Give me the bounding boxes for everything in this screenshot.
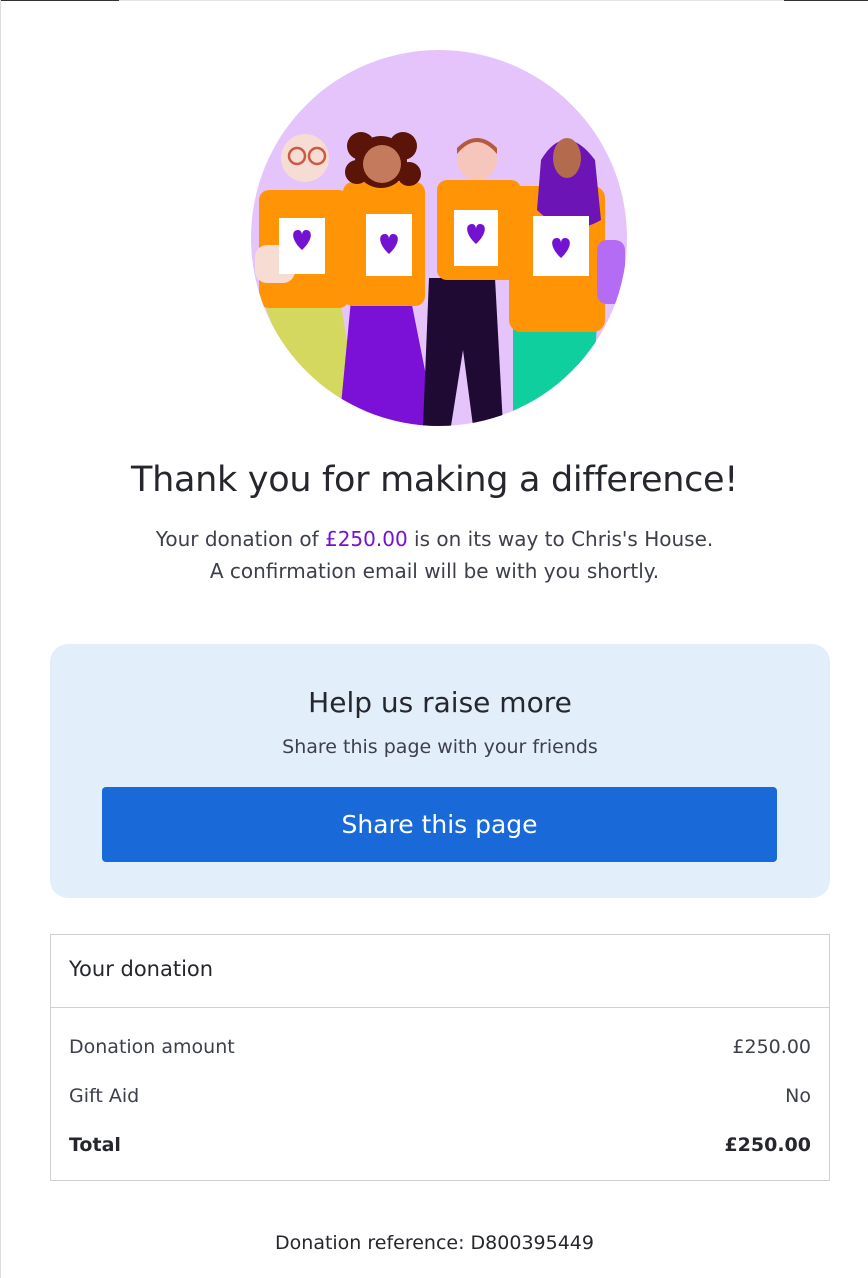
- donation-amount-highlight: £250.00: [324, 527, 408, 551]
- summary-row-donation-amount: Donation amount £250.00: [69, 1036, 811, 1058]
- confirmation-email-note: A confirmation email will be with you sh…: [209, 559, 660, 583]
- share-card: Help us raise more Share this page with …: [50, 644, 830, 898]
- donation-reference: Donation reference: D800395449: [275, 1232, 594, 1254]
- confirmation-message: Your donation of £250.00 is on its way t…: [1, 523, 868, 587]
- top-divider: [1, 0, 119, 1]
- share-page-button[interactable]: Share this page: [102, 787, 777, 862]
- top-divider: [784, 0, 868, 1]
- summary-row-value: No: [785, 1085, 811, 1107]
- volunteers-illustration: [251, 50, 627, 426]
- donation-summary: Your donation Donation amount £250.00 Gi…: [50, 934, 830, 1181]
- summary-heading: Your donation: [51, 935, 829, 1008]
- message-prefix: Your donation of: [155, 527, 325, 551]
- top-divider: [119, 0, 784, 1]
- summary-row-value: £250.00: [724, 1134, 811, 1156]
- page-title: Thank you for making a difference!: [131, 460, 738, 500]
- summary-row-total: Total £250.00: [69, 1134, 811, 1156]
- share-title: Help us raise more: [308, 686, 572, 719]
- summary-row-label: Total: [69, 1134, 121, 1156]
- summary-row-label: Gift Aid: [69, 1085, 140, 1107]
- summary-row-label: Donation amount: [69, 1036, 235, 1058]
- summary-row-value: £250.00: [732, 1036, 811, 1058]
- share-subtitle: Share this page with your friends: [282, 736, 598, 758]
- message-suffix: is on its way to Chris's House.: [407, 527, 714, 551]
- page: Thank you for making a difference! Your …: [0, 0, 868, 1278]
- summary-row-gift-aid: Gift Aid No: [69, 1085, 811, 1107]
